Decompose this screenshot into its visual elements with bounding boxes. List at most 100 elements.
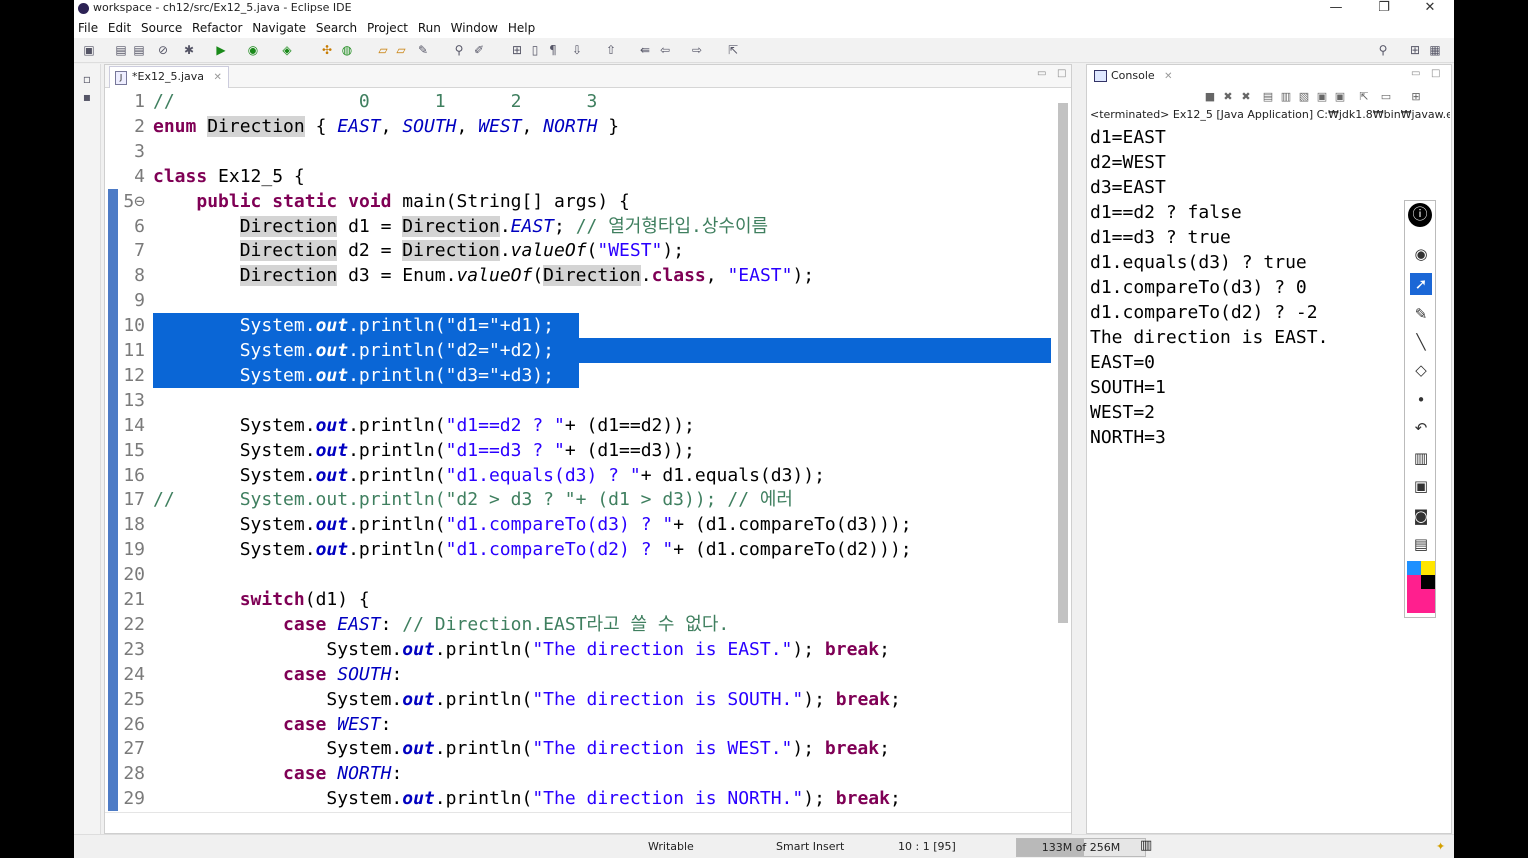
- menu-navigate[interactable]: Navigate: [252, 18, 306, 38]
- forward-icon[interactable]: ⇨: [690, 43, 704, 57]
- code-line[interactable]: 5⊖ public static void main(String[] args…: [105, 188, 1071, 214]
- status-insert-mode[interactable]: Smart Insert: [776, 840, 844, 853]
- trash-icon[interactable]: ▥: [1410, 447, 1432, 469]
- skip-breakpoints-icon[interactable]: ⊘: [156, 43, 170, 57]
- editor-horizontal-scrollbar[interactable]: [105, 812, 1071, 833]
- dot-icon[interactable]: •: [1410, 389, 1432, 411]
- block-select-icon[interactable]: ⊞: [510, 43, 524, 57]
- open-type-icon[interactable]: ▱: [376, 43, 390, 57]
- heap-status[interactable]: 133M of 256M: [1016, 838, 1146, 857]
- terminate-icon[interactable]: ■: [1203, 91, 1217, 103]
- code-line[interactable]: 20: [105, 562, 1071, 588]
- show-on-stdout-icon[interactable]: ▣: [1315, 91, 1329, 103]
- camera-icon[interactable]: ◙: [1410, 505, 1432, 527]
- next-annotation-icon[interactable]: ⇩: [570, 43, 584, 57]
- whiteboard-icon[interactable]: ▣: [1410, 475, 1432, 497]
- pin-console-icon[interactable]: ⇱: [1357, 91, 1371, 103]
- code-line[interactable]: 15 System.out.println("d1==d3 ? "+ (d1==…: [105, 437, 1071, 463]
- open-perspective-icon[interactable]: ⊞: [1408, 43, 1422, 57]
- minimize-console-icon[interactable]: ▭: [1411, 68, 1420, 79]
- console-tab-close-icon[interactable]: ✕: [1164, 71, 1172, 82]
- close-button[interactable]: ✕: [1410, 0, 1450, 18]
- java-perspective-icon[interactable]: ▦: [1428, 43, 1442, 57]
- remove-all-launches-icon[interactable]: ✖: [1239, 91, 1253, 103]
- color-yellow-swatch[interactable]: [1421, 561, 1435, 575]
- editor-tab-close-icon[interactable]: ✕: [214, 72, 222, 83]
- console-tab[interactable]: Console ✕: [1091, 66, 1179, 86]
- clear-console-icon[interactable]: ▤: [1261, 91, 1275, 103]
- menu-refactor[interactable]: Refactor: [192, 18, 242, 38]
- code-line[interactable]: 1 // 0 1 2 3: [105, 89, 1071, 114]
- code-line[interactable]: 25 System.out.println("The direction is …: [105, 686, 1071, 712]
- code-line[interactable]: 4 class Ex12_5 {: [105, 164, 1071, 189]
- new-class-icon[interactable]: ◍: [340, 43, 354, 57]
- code-line[interactable]: 28 case NORTH:: [105, 761, 1071, 787]
- package-explorer-icon[interactable]: ▪: [80, 90, 94, 104]
- code-line[interactable]: 18 System.out.println("d1.compareTo(d3) …: [105, 512, 1071, 538]
- word-wrap-icon[interactable]: ✐: [472, 43, 486, 57]
- debug-icon[interactable]: ✱: [182, 43, 196, 57]
- pointer-icon[interactable]: ➚: [1410, 273, 1432, 295]
- code-line[interactable]: 3: [105, 139, 1071, 164]
- pen-logo-icon[interactable]: ⓘ: [1408, 203, 1432, 227]
- highlighter-icon[interactable]: ✎: [1410, 303, 1432, 325]
- remove-launch-icon[interactable]: ✖: [1221, 91, 1235, 103]
- new-java-project-icon[interactable]: ✣: [320, 43, 334, 57]
- open-console-icon[interactable]: ⊞: [1409, 91, 1423, 103]
- menu-run[interactable]: Run: [418, 18, 441, 38]
- code-area[interactable]: 1 // 0 1 2 3 2 enum Direction { EAST, SOUTH…: [105, 87, 1071, 813]
- last-edit-icon[interactable]: ⇚: [638, 43, 652, 57]
- color-pink-swatch[interactable]: [1407, 575, 1421, 589]
- eraser-icon[interactable]: ◇: [1410, 359, 1432, 381]
- current-color-swatch[interactable]: [1407, 589, 1435, 613]
- pilcrow-icon[interactable]: ¶: [546, 43, 560, 57]
- editor-tab-ex12-5[interactable]: J *Ex12_5.java ✕: [109, 66, 229, 88]
- previous-annotation-icon[interactable]: ⇧: [604, 43, 618, 57]
- word-wrap-console-icon[interactable]: ▧: [1297, 91, 1311, 103]
- menu-help[interactable]: Help: [508, 18, 535, 38]
- menu-project[interactable]: Project: [367, 18, 408, 38]
- code-line[interactable]: 23 System.out.println("The direction is …: [105, 636, 1071, 662]
- code-line[interactable]: 10 System.out.println("d1="+d1);: [105, 313, 1071, 339]
- code-line[interactable]: 12 System.out.println("d3="+d3);: [105, 362, 1071, 388]
- new-icon[interactable]: ▣: [82, 43, 96, 57]
- minimize-button[interactable]: —: [1316, 0, 1356, 18]
- code-line[interactable]: 17 // System.out.println("d2 > d3 ? "+ (d…: [105, 487, 1071, 513]
- code-line[interactable]: 13: [105, 387, 1071, 413]
- color-black-swatch[interactable]: [1421, 575, 1435, 589]
- run-icon[interactable]: ▶: [214, 43, 228, 57]
- display-selected-console-icon[interactable]: ▭: [1379, 91, 1393, 103]
- coverage-icon[interactable]: ◉: [246, 43, 260, 57]
- code-line[interactable]: 19 System.out.println("d1.compareTo(d2) …: [105, 537, 1071, 563]
- menu-edit[interactable]: Edit: [108, 18, 131, 38]
- tip-lightbulb-icon[interactable]: ✦: [1436, 840, 1445, 853]
- clipboard-icon[interactable]: ▤: [1410, 533, 1432, 555]
- menu-window[interactable]: Window: [451, 18, 498, 38]
- code-line[interactable]: 9: [105, 288, 1071, 314]
- code-line[interactable]: 21 switch(d1) {: [105, 587, 1071, 612]
- eye-icon[interactable]: ◉: [1410, 243, 1432, 265]
- maximize-button[interactable]: ❐: [1364, 0, 1404, 18]
- minimize-editor-icon[interactable]: ▭: [1037, 68, 1046, 79]
- color-blue-swatch[interactable]: [1407, 561, 1421, 575]
- scroll-lock-icon[interactable]: ▥: [1279, 91, 1293, 103]
- code-line[interactable]: 22 case EAST: // Direction.EAST라고 쓸 수 없다…: [105, 611, 1071, 637]
- toggle-mark-icon[interactable]: ⚲: [452, 43, 466, 57]
- editor-vertical-scrollbar[interactable]: [1055, 91, 1069, 813]
- menu-source[interactable]: Source: [141, 18, 182, 38]
- code-line[interactable]: 24 case SOUTH:: [105, 661, 1071, 687]
- console-output[interactable]: d1=EAST d2=WEST d3=EAST d1==d2 ? false d1==d…: [1090, 125, 1450, 450]
- code-line[interactable]: 6 Direction d1 = Direction.EAST; // 열거형타…: [105, 213, 1071, 239]
- menu-search[interactable]: Search: [316, 18, 357, 38]
- menu-file[interactable]: File: [78, 18, 98, 38]
- save-all-icon[interactable]: ▤: [132, 43, 146, 57]
- code-line[interactable]: 29 System.out.println("The direction is …: [105, 786, 1071, 812]
- external-tools-icon[interactable]: ◈: [280, 43, 294, 57]
- editor-scroll-thumb[interactable]: [1058, 103, 1068, 623]
- search-tool-icon[interactable]: ✎: [416, 43, 430, 57]
- code-line[interactable]: 16 System.out.println("d1.equals(d3) ? "…: [105, 462, 1071, 488]
- search-icon[interactable]: ⚲: [1376, 43, 1390, 57]
- undo-icon[interactable]: ↶: [1410, 417, 1432, 439]
- code-line[interactable]: 2 enum Direction { EAST, SOUTH, WEST, NOR…: [105, 114, 1071, 139]
- back-icon[interactable]: ⇦: [658, 43, 672, 57]
